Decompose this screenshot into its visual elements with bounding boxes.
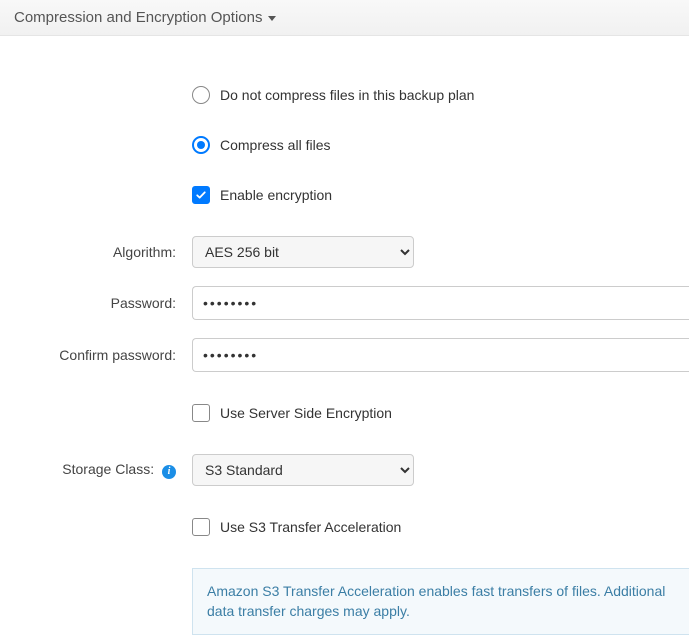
confirm-password-input[interactable] — [192, 338, 689, 372]
info-icon[interactable]: i — [162, 465, 176, 479]
compress-all-label[interactable]: Compress all files — [220, 137, 330, 153]
compress-all-radio[interactable] — [192, 136, 210, 154]
algorithm-select[interactable]: AES 256 bit — [192, 236, 414, 268]
notice-text: Amazon S3 Transfer Acceleration enables … — [207, 583, 665, 619]
server-side-encryption-checkbox[interactable] — [192, 404, 210, 422]
enable-encryption-checkbox[interactable] — [192, 186, 210, 204]
algorithm-label: Algorithm: — [0, 244, 192, 260]
password-label: Password: — [0, 295, 192, 311]
do-not-compress-radio[interactable] — [192, 86, 210, 104]
password-input[interactable] — [192, 286, 689, 320]
section-title: Compression and Encryption Options — [14, 9, 262, 26]
server-side-encryption-label[interactable]: Use Server Side Encryption — [220, 405, 392, 421]
storage-class-select[interactable]: S3 Standard — [192, 454, 414, 486]
transfer-acceleration-checkbox[interactable] — [192, 518, 210, 536]
confirm-password-label: Confirm password: — [0, 347, 192, 363]
transfer-acceleration-notice: Amazon S3 Transfer Acceleration enables … — [192, 568, 689, 635]
caret-down-icon — [268, 16, 276, 21]
check-icon — [195, 189, 207, 201]
storage-class-label: Storage Class: — [62, 461, 154, 477]
transfer-acceleration-label[interactable]: Use S3 Transfer Acceleration — [220, 519, 401, 535]
do-not-compress-label[interactable]: Do not compress files in this backup pla… — [220, 87, 474, 103]
enable-encryption-label[interactable]: Enable encryption — [220, 187, 332, 203]
section-header[interactable]: Compression and Encryption Options — [0, 0, 689, 36]
form-area: Do not compress files in this backup pla… — [0, 36, 689, 635]
